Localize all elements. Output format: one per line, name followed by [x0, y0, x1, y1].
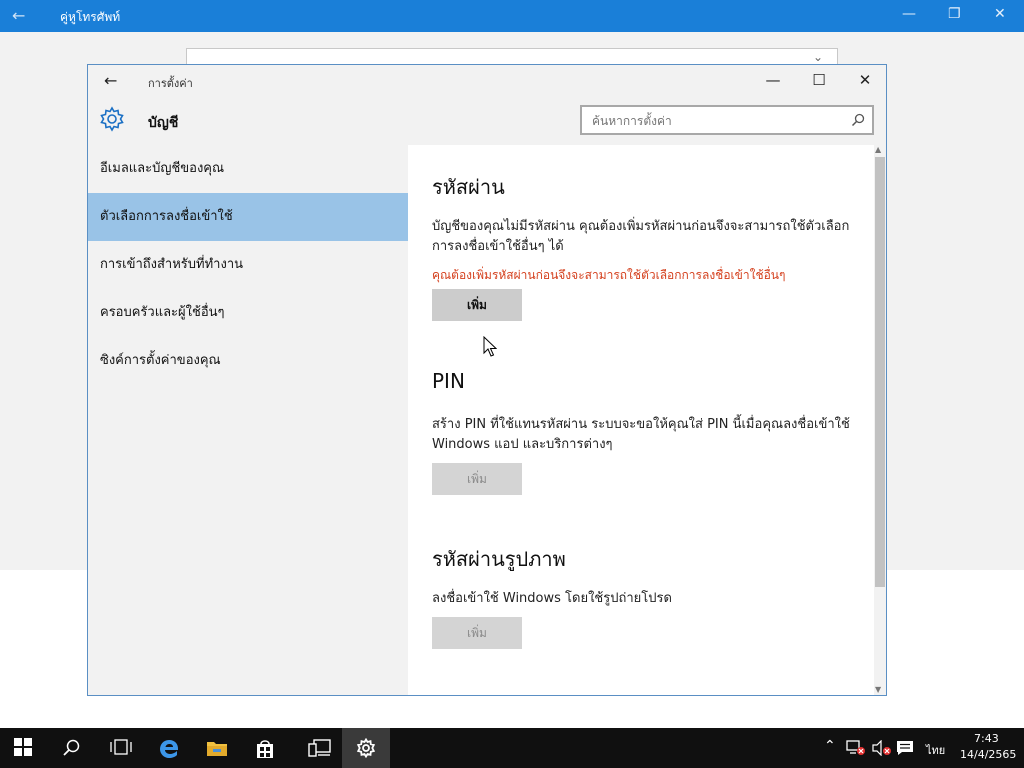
- search-icon[interactable]: [850, 112, 866, 128]
- restore-icon[interactable]: ❐: [948, 6, 961, 22]
- scroll-up-icon[interactable]: ▲: [875, 145, 881, 154]
- picture-password-heading: รหัสผ่านรูปภาพ: [432, 547, 566, 571]
- section-title: บัญชี: [148, 115, 179, 131]
- scroll-down-icon[interactable]: ▼: [875, 685, 881, 694]
- back-arrow-icon[interactable]: ←: [12, 6, 25, 25]
- background-app-title: คู่หูโทรศัพท์: [60, 10, 121, 24]
- chevron-down-icon: ⌄: [812, 50, 823, 64]
- password-description: บัญชีของคุณไม่มีรหัสผ่าน คุณต้องเพิ่มรหั…: [432, 219, 850, 254]
- settings-search-box[interactable]: [580, 105, 874, 135]
- add-picture-password-button[interactable]: เพิ่ม: [432, 617, 522, 649]
- store-icon[interactable]: [240, 728, 288, 768]
- picture-password-description: ลงชื่อเข้าใช้ Windows โดยใช้รูปถ่ายโปรด: [432, 591, 672, 606]
- phone-companion-icon[interactable]: [294, 728, 342, 768]
- pin-description: สร้าง PIN ที่ใช้แทนรหัสผ่าน ระบบจะขอให้ค…: [432, 417, 850, 452]
- settings-window: ← การตั้งค่า — ☐ ✕ บัญชี อีเมลและบัญชีขอ…: [87, 64, 887, 696]
- settings-content: รหัสผ่าน บัญชีของคุณไม่มีรหัสผ่าน คุณต้อ…: [408, 145, 874, 695]
- back-arrow-icon[interactable]: ←: [104, 71, 117, 90]
- nav-item-sync-settings[interactable]: ซิงค์การตั้งค่าของคุณ: [88, 337, 408, 385]
- action-center-icon[interactable]: [896, 740, 914, 756]
- nav-item-sign-in-options[interactable]: ตัวเลือกการลงชื่อเข้าใช้: [88, 193, 408, 241]
- volume-muted-icon[interactable]: [872, 740, 892, 756]
- password-warning: คุณต้องเพิ่มรหัสผ่านก่อนจึงจะสามารถใช้ตั…: [432, 268, 786, 282]
- settings-titlebar: ← การตั้งค่า — ☐ ✕: [88, 65, 886, 97]
- maximize-button[interactable]: ☐: [804, 71, 834, 89]
- edge-icon[interactable]: [144, 728, 192, 768]
- background-app-titlebar: ← คู่หูโทรศัพท์ — ❐ ✕: [0, 0, 1024, 32]
- gear-icon: [100, 106, 124, 132]
- vertical-scrollbar[interactable]: ▲ ▼: [874, 145, 886, 695]
- nav-item-work-access[interactable]: การเข้าถึงสำหรับที่ทำงาน: [88, 241, 408, 289]
- language-indicator[interactable]: ไทย: [926, 741, 945, 759]
- pin-heading: PIN: [432, 369, 465, 393]
- minimize-icon[interactable]: —: [902, 6, 916, 22]
- windows-start-icon[interactable]: [0, 728, 48, 768]
- settings-gear-icon[interactable]: [342, 728, 390, 768]
- settings-nav: อีเมลและบัญชีของคุณ ตัวเลือกการลงชื่อเข้…: [88, 145, 408, 695]
- clock-time[interactable]: 7:43: [974, 732, 999, 745]
- nav-item-family-users[interactable]: ครอบครัวและผู้ใช้อื่นๆ: [88, 289, 408, 337]
- close-icon[interactable]: ✕: [994, 6, 1006, 22]
- show-hidden-icons-chevron-icon[interactable]: ⌃: [824, 738, 836, 754]
- task-view-icon[interactable]: [96, 728, 144, 768]
- nav-item-email-accounts[interactable]: อีเมลและบัญชีของคุณ: [88, 145, 408, 193]
- search-icon[interactable]: [48, 728, 96, 768]
- network-disconnected-icon[interactable]: [846, 740, 866, 756]
- taskbar: ⌃ ไทย 7:43 14/4/2565: [0, 728, 1024, 768]
- add-pin-button[interactable]: เพิ่ม: [432, 463, 522, 495]
- minimize-button[interactable]: —: [758, 71, 788, 89]
- close-button[interactable]: ✕: [850, 71, 880, 89]
- password-heading: รหัสผ่าน: [432, 175, 505, 199]
- add-password-button[interactable]: เพิ่ม: [432, 289, 522, 321]
- search-input[interactable]: [590, 111, 844, 131]
- window-title: การตั้งค่า: [148, 77, 193, 90]
- file-explorer-icon[interactable]: [192, 728, 240, 768]
- scrollbar-thumb[interactable]: [875, 157, 885, 587]
- mouse-cursor-icon: [483, 336, 497, 357]
- clock-date[interactable]: 14/4/2565: [960, 748, 1016, 761]
